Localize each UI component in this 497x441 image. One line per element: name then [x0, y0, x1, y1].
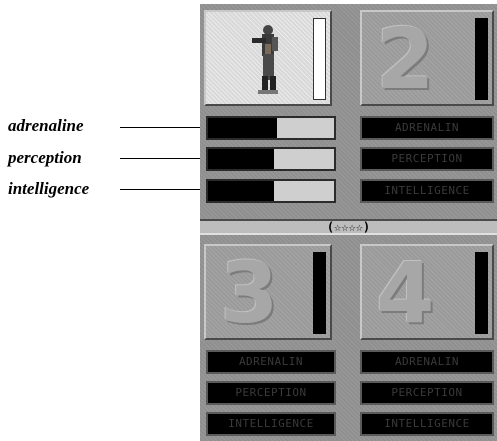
slot-3-adrenalin: ADRENALIN — [206, 350, 336, 374]
slot-3-perception-label: PERCEPTION — [235, 386, 307, 399]
slot-2-intelligence-label: INTELLIGENCE — [384, 184, 470, 197]
slot-3-intelligence-label: INTELLIGENCE — [228, 417, 314, 430]
slot-3-health-bar — [313, 252, 326, 334]
slot-4-perception-label: PERCEPTION — [391, 386, 463, 399]
slot-1-portrait[interactable] — [204, 10, 332, 106]
slot-3-number: 3 — [220, 244, 279, 342]
slot-4-intelligence: INTELLIGENCE — [360, 412, 494, 436]
slot-4-intelligence-label: INTELLIGENCE — [384, 417, 470, 430]
perception-leader-line — [120, 158, 202, 159]
intelligence-leader-line — [120, 189, 202, 190]
slot-3-perception: PERCEPTION — [206, 381, 336, 405]
intelligence-callout: intelligence — [8, 179, 90, 198]
slot-2-portrait[interactable]: 2 — [360, 10, 494, 106]
slot-2-health-bar — [475, 18, 488, 100]
slot-1-perception-meter — [206, 147, 336, 171]
slot-4-portrait[interactable]: 4 — [360, 244, 494, 340]
slot-2-perception: PERCEPTION — [360, 147, 494, 171]
intelligence-fill — [208, 181, 274, 201]
slot-1-health-bar — [313, 18, 326, 100]
slot-4-adrenalin-label: ADRENALIN — [394, 355, 460, 368]
slot-1-intelligence-meter — [206, 179, 336, 203]
slot-4-adrenalin: ADRENALIN — [360, 350, 494, 374]
slot-2-perception-label: PERCEPTION — [391, 152, 463, 165]
slot-2-adrenalin: ADRENALIN — [360, 116, 494, 140]
adrenaline-leader-line — [120, 127, 202, 128]
perception-fill — [208, 149, 274, 169]
slot-4-number: 4 — [376, 244, 435, 342]
slot-3-adrenalin-label: ADRENALIN — [238, 355, 304, 368]
adrenaline-callout: adrenaline — [8, 116, 84, 135]
slot-3-portrait[interactable]: 3 — [204, 244, 332, 340]
soldier-icon — [252, 25, 278, 94]
slot-4-perception: PERCEPTION — [360, 381, 494, 405]
squad-panel: 2 ADRENALIN PERCEPTION INTELLIGENCE (☆☆☆… — [200, 4, 497, 441]
adrenaline-fill — [208, 118, 278, 138]
slot-2-number: 2 — [376, 10, 435, 108]
slot-2-intelligence: INTELLIGENCE — [360, 179, 494, 203]
slot-2-adrenalin-label: ADRENALIN — [394, 121, 460, 134]
squad-divider: (☆☆☆☆) — [200, 219, 497, 235]
slot-4-health-bar — [475, 252, 488, 334]
squad-status-label: (☆☆☆☆) — [326, 220, 371, 234]
perception-callout: perception — [8, 148, 82, 167]
slot-3-intelligence: INTELLIGENCE — [206, 412, 336, 436]
slot-1-adrenaline-meter — [206, 116, 336, 140]
